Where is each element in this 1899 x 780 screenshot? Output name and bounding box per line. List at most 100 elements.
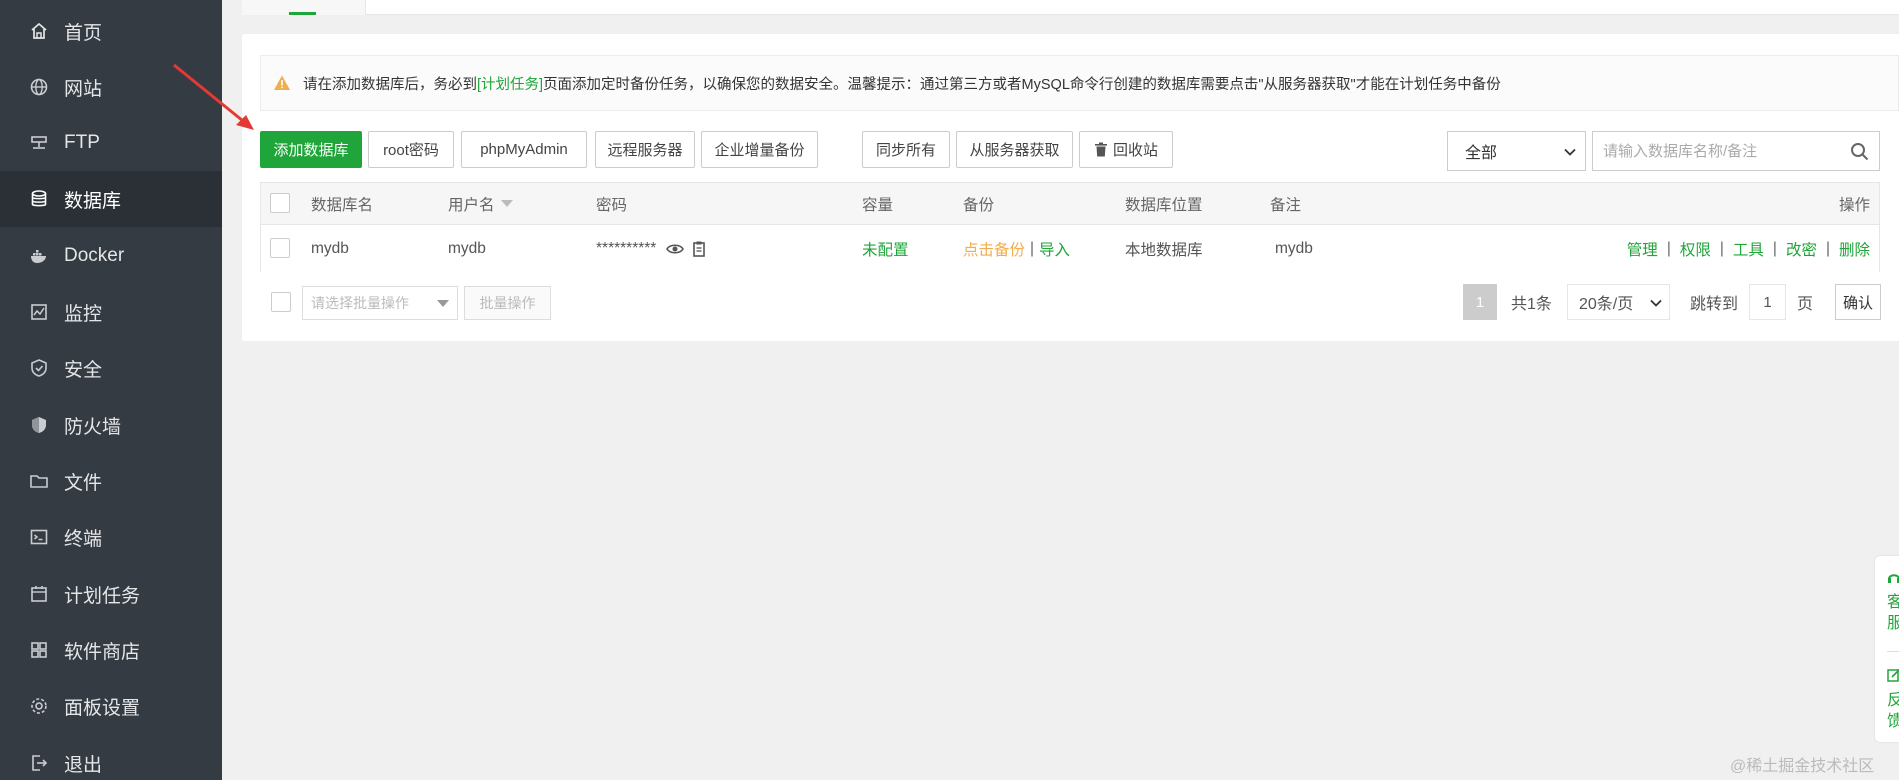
database-search [1592,131,1880,171]
alert-text-before: 请在添加数据库后，务必到 [303,76,477,93]
header-note: 备注 [1270,196,1302,214]
sidebar-item-label: 文件 [64,472,103,494]
change-password-link[interactable]: 改密 [1786,238,1817,260]
page-size-value: 20条/页 [1579,296,1634,313]
header-backup: 备份 [963,196,995,214]
customer-service-button[interactable]: 客服 [1887,592,1899,634]
sidebar-item-docker[interactable]: Docker [0,228,222,284]
sidebar-item-label: 退出 [64,754,103,776]
float-divider [1887,651,1899,652]
trash-icon [1094,142,1107,157]
header-password: 密码 [596,196,628,214]
headset-icon [1888,574,1899,583]
batch-select-checkbox[interactable] [271,292,291,312]
backup-now-link[interactable]: 点击备份 [963,238,1025,260]
sidebar-item-home[interactable]: 首页 [0,3,222,59]
sidebar-item-label: 监控 [64,303,103,325]
home-icon [29,21,49,41]
sidebar-item-label: Docker [64,245,125,266]
permissions-link[interactable]: 权限 [1680,238,1711,260]
separator: | [1772,239,1777,257]
warning-icon [274,75,290,90]
folder-icon [29,471,49,491]
page-size-select[interactable]: 20条/页 [1567,284,1670,320]
docker-icon [29,246,49,266]
root-password-button[interactable]: root密码 [368,131,454,168]
monitor-icon [29,302,49,322]
sync-all-button[interactable]: 同步所有 [862,131,950,168]
manage-link[interactable]: 管理 [1627,238,1658,260]
row-checkbox[interactable] [270,238,290,258]
sidebar-item-cron[interactable]: 计划任务 [0,566,222,622]
header-capacity: 容量 [862,196,894,214]
chevron-down-icon [1564,148,1576,156]
sidebar-item-files[interactable]: 文件 [0,453,222,509]
jump-page-input[interactable]: 1 [1749,284,1786,320]
batch-operation-button[interactable]: 批量操作 [464,286,551,320]
delete-link[interactable]: 删除 [1839,238,1870,260]
separator: | [1825,239,1830,257]
recycle-bin-button[interactable]: 回收站 [1079,131,1173,168]
red-arrow-annotation [173,63,254,130]
sidebar-item-security[interactable]: 安全 [0,340,222,396]
row-db-name: mydb [311,239,349,257]
copy-icon[interactable] [690,240,708,258]
sidebar-item-terminal[interactable]: 终端 [0,509,222,565]
select-all-checkbox[interactable] [270,193,290,213]
search-icon[interactable] [1850,142,1869,161]
header-user[interactable]: 用户名 [448,183,513,224]
header-actions: 操作 [1838,196,1870,214]
category-filter-select[interactable]: 全部 [1447,131,1586,171]
header-name: 数据库名 [311,196,374,214]
sidebar-item-label: 计划任务 [64,585,141,607]
import-link[interactable]: 导入 [1039,238,1070,260]
row-note[interactable]: mydb [1275,225,1313,272]
total-count: 共1条 [1511,296,1552,313]
tab-database[interactable] [242,0,366,15]
row-username: mydb [448,239,486,257]
eye-icon[interactable] [666,240,685,258]
table-row: mydb mydb ********** 未配置 点击备份 | 导入 本地数据库… [261,225,1879,272]
logout-icon [29,753,49,773]
gear-icon [29,696,49,716]
warning-alert: 请在添加数据库后，务必到 [计划任务] 页面添加定时备份任务，以确保您的数据安全。温… [260,55,1899,111]
phpmyadmin-button[interactable]: phpMyAdmin [461,131,587,168]
sidebar-item-label: 数据库 [64,190,122,212]
sidebar-item-label: 安全 [64,359,103,381]
separator: | [1030,239,1035,257]
category-filter-value: 全部 [1465,145,1498,162]
page-current[interactable]: 1 [1463,284,1497,320]
fetch-from-server-button[interactable]: 从服务器获取 [956,131,1073,168]
add-database-button[interactable]: 添加数据库 [260,131,362,168]
jump-confirm-button[interactable]: 确认 [1835,284,1881,320]
sidebar-item-settings[interactable]: 面板设置 [0,678,222,734]
remote-server-button[interactable]: 远程服务器 [595,131,695,168]
sidebar-item-label: 防火墙 [64,416,122,438]
tools-link[interactable]: 工具 [1733,238,1764,260]
sidebar-item-app-store[interactable]: 软件商店 [0,622,222,678]
ftp-icon [29,133,49,153]
enterprise-backup-button[interactable]: 企业增量备份 [701,131,818,168]
sidebar-item-logout[interactable]: 退出 [0,735,222,780]
sort-down-icon [500,200,513,207]
sidebar-item-label: 软件商店 [64,641,141,663]
row-location: 本地数据库 [1125,241,1203,259]
sidebar-item-database[interactable]: 数据库 [0,171,222,227]
sidebar-item-monitor[interactable]: 监控 [0,284,222,340]
batch-select-placeholder: 请选择批量操作 [311,295,409,311]
database-table: 数据库名 用户名 密码 容量 备份 数据库位置 备注 操作 mydb mydb … [260,182,1880,272]
batch-operation-select[interactable]: 请选择批量操作 [302,286,458,320]
chevron-down-icon [1650,299,1662,307]
sidebar-item-firewall[interactable]: 防火墙 [0,397,222,453]
cron-task-link[interactable]: [计划任务] [477,73,543,94]
database-icon [29,189,49,209]
row-password: ********** [596,225,708,272]
jump-label: 跳转到 [1690,296,1739,313]
caret-down-icon [437,300,449,307]
search-input[interactable] [1593,132,1833,170]
alert-text-after: 页面添加定时备份任务，以确保您的数据安全。温馨提示：通过第三方或者MySQL命令… [543,76,1501,93]
sidebar-item-label: 面板设置 [64,697,141,719]
feedback-button[interactable]: 反馈 [1887,690,1899,732]
row-capacity[interactable]: 未配置 [862,225,909,272]
watermark: @稀土掘金技术社区 [1730,758,1875,775]
